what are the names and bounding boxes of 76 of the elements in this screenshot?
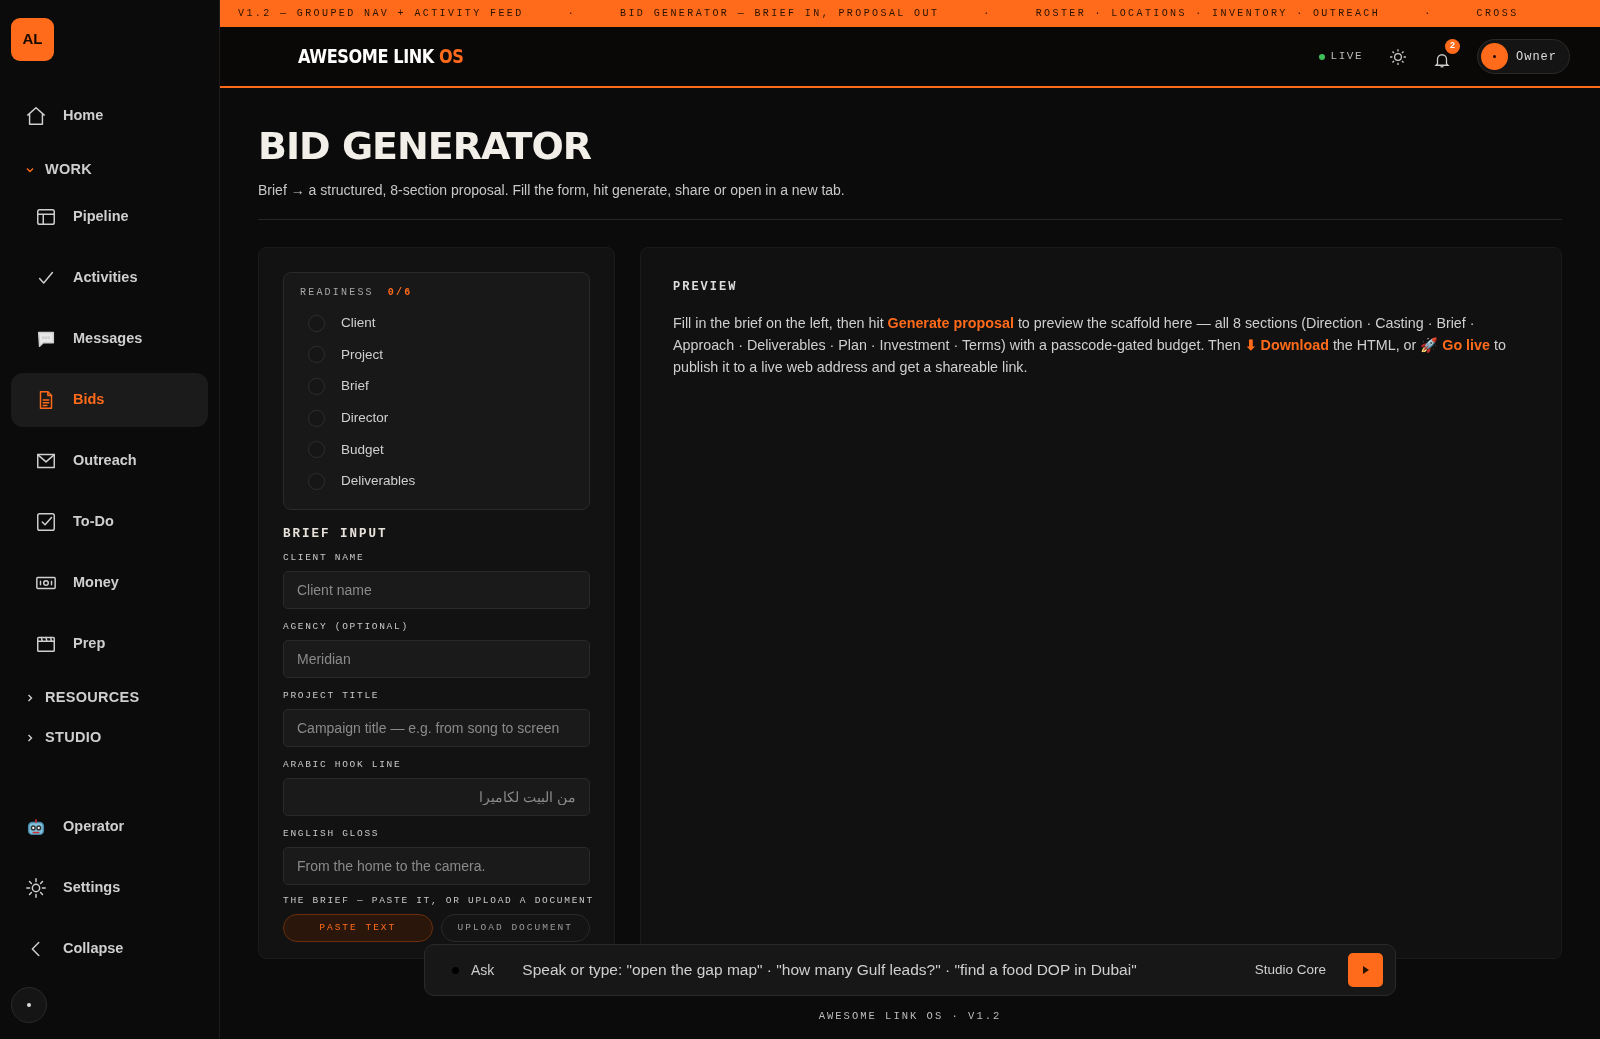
ask-label: Ask [471, 960, 495, 980]
sidebar-item[interactable]: Collapse [11, 922, 208, 976]
ticker-text: V1.2 — GROUPED NAV + ACTIVITY FEED [238, 7, 524, 21]
model-label[interactable]: Studio Core [1254, 959, 1326, 981]
input-field[interactable]: Meridian [283, 640, 590, 679]
checkbox-icon [35, 511, 57, 533]
user-menu-button[interactable]: Owner [1477, 39, 1570, 74]
checklist-label: Deliverables [341, 472, 416, 491]
input-field[interactable]: Client name [283, 571, 590, 610]
preview-title: PREVIEW [673, 279, 738, 294]
preview-description: Fill in the brief on the left, then hit Generate proposal to preview the scaffold here — all 8 sections (Direction · Casting · Brief · Approach · Deliverables · Plan · Investment · Terms) with a passcode-gated budget. Then ⬇ Download the HTML, or 🚀 Go live to publish it to a live web address and get a shareable link. [673, 313, 1507, 377]
live-dot [1318, 53, 1325, 60]
ticker-text: · [567, 7, 577, 21]
ticker-text: ROSTER · LOCATIONS · INVENTORY · OUTREACH [1035, 7, 1381, 21]
ask-bar[interactable]: Ask Speak or type: "open the gap map" · "how many Gulf leads?" · "find a food DOP in Dubai" Studio Core [424, 944, 1396, 996]
sidebar-item[interactable]: Messages [11, 312, 208, 366]
sidebar-item[interactable]: Pipeline [11, 190, 208, 244]
bell-icon[interactable] [1433, 51, 1451, 70]
readiness-count: 0/6 [387, 286, 413, 298]
checklist-label: Brief [341, 377, 369, 396]
tab[interactable]: PASTE TEXT [283, 914, 433, 943]
sidebar-item[interactable]: Activities [11, 251, 208, 305]
sidebar-item[interactable]: Prep [11, 617, 208, 671]
link[interactable]: Go live [1442, 336, 1490, 353]
field-label: ARABIC HOOK LINE [283, 759, 403, 772]
chevron-icon [25, 165, 35, 175]
link[interactable]: ⬇ Download [1244, 336, 1329, 353]
home-icon [25, 105, 47, 127]
checklist-label: Budget [341, 440, 384, 459]
sidebar-item[interactable]: Settings [11, 861, 208, 915]
sidebar-item[interactable]: To-Do [11, 495, 208, 549]
checklist-label: Director [341, 409, 389, 428]
user-avatar [1481, 43, 1508, 70]
footer-version: AWESOME LINK OS · V1.2 [818, 1009, 1002, 1025]
tab[interactable]: UPLOAD DOCUMENT [440, 914, 590, 943]
field-label: CLIENT NAME [283, 552, 366, 565]
sidebar-item[interactable]: Outreach [11, 434, 208, 488]
sidebar-item[interactable]: Operator [11, 800, 208, 854]
field-label: AGENCY (OPTIONAL) [283, 621, 410, 634]
readiness-label: READINESS [300, 286, 374, 298]
ticker-text: BID GENERATOR — BRIEF IN, PROPOSAL OUT [620, 7, 940, 21]
sidebar-item[interactable]: Money [11, 556, 208, 610]
checklist-label: Client [341, 314, 376, 333]
input-field[interactable]: From the home to the camera. [283, 847, 590, 886]
input-field[interactable]: Campaign title — e.g. from song to screen [283, 709, 590, 748]
page-subtitle: Brief → a structured, 8-section proposal. Fill the form, hit generate, share or open in a new tab. [258, 180, 846, 200]
ticker-text: · [1424, 7, 1433, 21]
input-field[interactable]: من البيت لكاميرا [283, 778, 590, 817]
field-label: PROJECT TITLE [283, 690, 381, 703]
robot-icon [25, 816, 47, 838]
notification-badge: 2 [1445, 38, 1460, 54]
chevron-icon [25, 693, 35, 703]
checklist-label: Project [341, 345, 384, 364]
settings-icon [25, 877, 47, 899]
sidebar-group[interactable]: STUDIO [11, 718, 208, 758]
sidebar-item[interactable]: Home [11, 89, 208, 143]
chevron-icon [25, 733, 35, 743]
send-button[interactable] [1348, 953, 1383, 987]
page-title: BID GENERATOR [258, 124, 592, 170]
sidebar-group[interactable]: RESOURCES [11, 678, 208, 718]
live-label: LIVE [1330, 49, 1363, 65]
table-icon [35, 206, 57, 228]
link[interactable]: Generate proposal [887, 314, 1014, 331]
app-logo[interactable]: AL [11, 18, 54, 61]
sidebar-group[interactable]: WORK [11, 150, 208, 190]
field-label: THE BRIEF — PASTE IT, OR UPLOAD A DOCUMENT [283, 895, 590, 908]
sidebar-item[interactable]: Bids [11, 373, 208, 427]
ticker-text: CROSS [1476, 7, 1519, 21]
play-icon [1361, 965, 1370, 975]
brand-logo: AWESOME LINK OS [298, 44, 464, 70]
field-label: ENGLISH GLOSS [283, 828, 381, 841]
theme-toggle-icon[interactable] [1389, 47, 1407, 66]
ticker-text: · [983, 7, 992, 21]
ask-input[interactable]: Speak or type: "open the gap map" · "how many Gulf leads?" · "find a food DOP in Dubai" [520, 957, 1243, 983]
user-avatar[interactable] [11, 987, 47, 1023]
section-title: BRIEF INPUT [283, 526, 389, 543]
